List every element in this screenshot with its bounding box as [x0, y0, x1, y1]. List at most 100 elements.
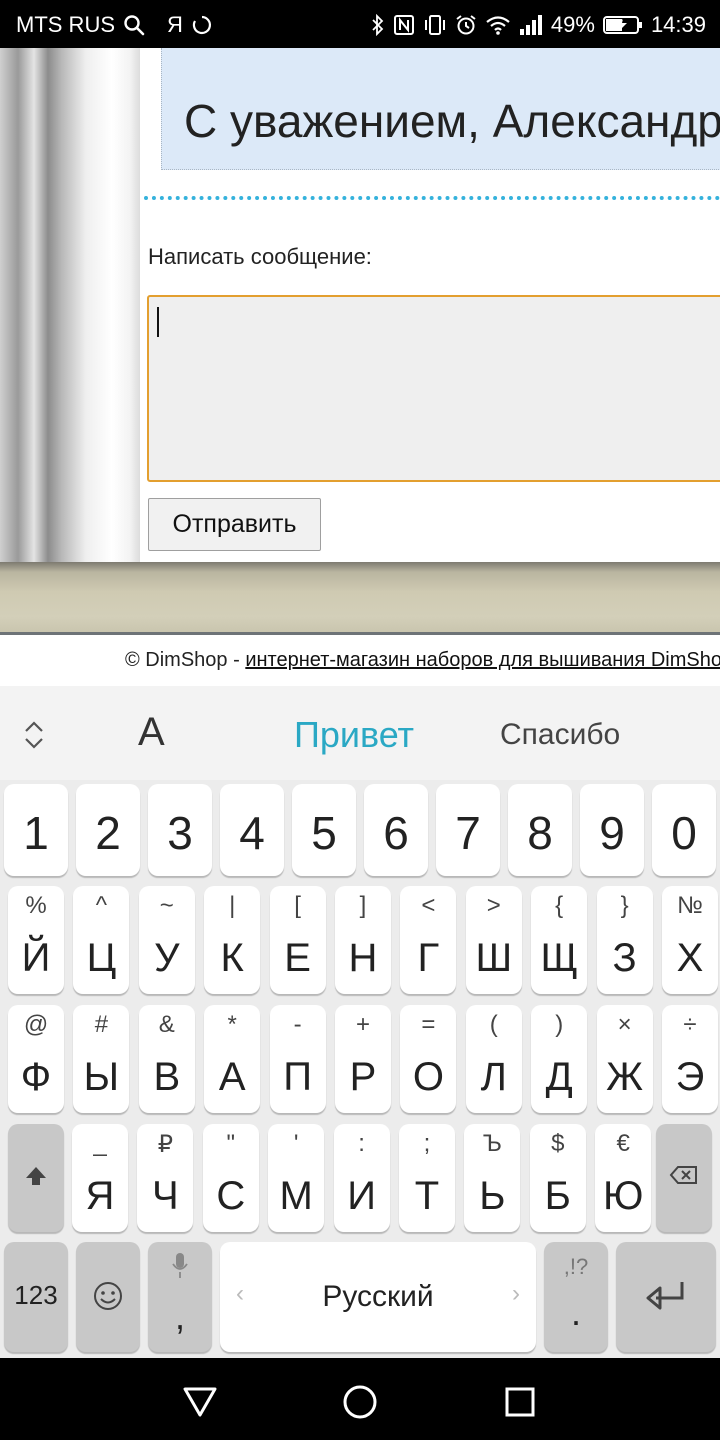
alarm-icon: [455, 13, 477, 37]
key-r3-0[interactable]: _ Я: [72, 1124, 128, 1232]
key-r1-8[interactable]: {Щ: [531, 886, 588, 994]
key-r2-5[interactable]: + Р: [335, 1005, 391, 1113]
key-r3-6[interactable]: ЪЬ: [464, 1124, 521, 1232]
key-r3-8[interactable]: € Ю: [595, 1124, 652, 1232]
chevron-right-icon: ›: [512, 1280, 520, 1307]
key-r1-4[interactable]: [Е: [269, 886, 326, 994]
key-r1-1-label: Ц: [86, 936, 117, 980]
expand-collapse-icon[interactable]: [18, 718, 50, 752]
space-key[interactable]: ‹ Русский ›: [220, 1242, 536, 1352]
key-r1-9-alt: }: [620, 892, 629, 919]
web-page[interactable]: С уважением, Александр Написать сообщени…: [0, 48, 720, 686]
key-3-label: 3: [167, 807, 193, 859]
message-quote-box: С уважением, Александр: [161, 48, 720, 170]
quote-text: С уважением, Александр: [184, 95, 720, 147]
key-r1-6[interactable]: < Г: [400, 886, 457, 994]
key-r2-10-label: Э: [675, 1055, 705, 1099]
key-r2-9-label: Ж: [606, 1055, 644, 1099]
key-r1-5-label: Н: [348, 936, 378, 980]
key-r1-3[interactable]: | К: [204, 886, 261, 994]
key-0[interactable]: 0: [652, 784, 716, 876]
key-r2-2[interactable]: & В: [138, 1005, 195, 1113]
key-r2-3-label: А: [218, 1055, 246, 1099]
message-textarea[interactable]: [147, 295, 720, 482]
home-icon[interactable]: [340, 1382, 380, 1422]
key-r2-3-alt: *: [227, 1011, 237, 1038]
key-3[interactable]: 3: [148, 784, 212, 876]
key-r3-5[interactable]: ; Т: [399, 1124, 455, 1232]
emoji-key[interactable]: [76, 1242, 140, 1352]
key-2[interactable]: 2: [76, 784, 140, 876]
key-r2-10[interactable]: ÷ Э: [662, 1005, 718, 1113]
shift-key[interactable]: [8, 1124, 64, 1232]
key-r1-9[interactable]: } З: [596, 886, 653, 994]
key-1[interactable]: 1: [4, 784, 68, 876]
key-r1-1-alt: ^: [95, 892, 108, 919]
enter-key[interactable]: [616, 1242, 716, 1352]
dotted-divider: [144, 196, 720, 200]
key-r2-3[interactable]: * А: [204, 1005, 261, 1113]
key-r1-7[interactable]: > Ш: [465, 886, 522, 994]
key-r3-7-alt: $: [551, 1130, 565, 1157]
backspace-key[interactable]: [656, 1124, 712, 1232]
key-6[interactable]: 6: [364, 784, 428, 876]
key-r2-8[interactable]: ) Д: [531, 1005, 588, 1113]
decorative-canvas-band: [0, 562, 720, 634]
key-r3-1-label: Ч: [152, 1174, 179, 1218]
font-style-button[interactable]: A: [138, 710, 165, 755]
key-r3-1[interactable]: ₽ Ч: [137, 1124, 194, 1232]
key-r1-7-alt: >: [486, 892, 501, 919]
key-r1-7-label: Ш: [475, 936, 513, 980]
key-r1-5[interactable]: ] Н: [335, 886, 391, 994]
key-r1-8-alt: {: [555, 892, 564, 919]
footer-text: © DimShop - интернет-магазин наборов для…: [125, 649, 720, 672]
key-r2-4-label: П: [283, 1055, 312, 1099]
key-r2-0[interactable]: @ Ф: [8, 1005, 64, 1113]
key-r2-6-alt: =: [421, 1011, 436, 1038]
carrier-name: MTS RUS: [16, 12, 115, 37]
comma-key[interactable]: ,: [148, 1242, 212, 1352]
key-r2-9-alt: ×: [617, 1011, 632, 1038]
key-r2-7[interactable]: (Л: [465, 1005, 522, 1113]
key-r1-0[interactable]: % Й: [8, 886, 64, 994]
key-r3-7-label: Б: [544, 1174, 571, 1218]
key-4[interactable]: 4: [220, 784, 284, 876]
enter-icon: [616, 1278, 716, 1321]
key-r1-1[interactable]: ^ Ц: [73, 886, 130, 994]
key-r3-3[interactable]: ' М: [268, 1124, 325, 1232]
key-r2-4[interactable]: -П: [269, 1005, 326, 1113]
key-r3-4[interactable]: :И: [333, 1124, 390, 1232]
key-9[interactable]: 9: [580, 784, 644, 876]
key-r2-8-label: Д: [545, 1055, 573, 1099]
key-r2-6[interactable]: = О: [400, 1005, 457, 1113]
key-5-label: 5: [311, 807, 337, 859]
key-r1-2-label: У: [154, 936, 180, 980]
recent-apps-icon[interactable]: [500, 1382, 540, 1422]
key-r3-2[interactable]: " С: [202, 1124, 259, 1232]
key-r1-3-label: К: [220, 936, 244, 980]
status-bar-left: MTS RUS Я: [16, 12, 213, 38]
key-r1-2[interactable]: ~ У: [138, 886, 195, 994]
suggestion-primary[interactable]: Привет: [294, 714, 414, 756]
key-r3-7[interactable]: $ Б: [529, 1124, 586, 1232]
page-footer: © DimShop - интернет-магазин наборов для…: [0, 635, 720, 686]
send-button[interactable]: Отправить: [148, 498, 321, 551]
key-r2-9[interactable]: × Ж: [596, 1005, 653, 1113]
key-8-label: 8: [527, 807, 553, 859]
suggestion-secondary[interactable]: Спасибо: [500, 718, 620, 752]
key-7[interactable]: 7: [436, 784, 500, 876]
key-9-label: 9: [599, 807, 625, 859]
key-r2-5-alt: +: [355, 1011, 370, 1038]
key-r2-5-label: Р: [349, 1055, 377, 1099]
period-key[interactable]: ,!? .: [544, 1242, 608, 1352]
key-r2-1[interactable]: # Ы: [73, 1005, 130, 1113]
back-icon[interactable]: [180, 1382, 220, 1422]
symbols-key[interactable]: 123: [4, 1242, 68, 1352]
key-r1-10[interactable]: № Х: [662, 886, 718, 994]
key-r3-8-alt: €: [616, 1130, 630, 1157]
punctuation-alt: ,!?: [563, 1254, 589, 1279]
key-8[interactable]: 8: [508, 784, 572, 876]
wifi-icon: [485, 13, 511, 37]
key-5[interactable]: 5: [292, 784, 356, 876]
footer-link[interactable]: интернет-магазин наборов для вышивания D…: [245, 649, 720, 671]
